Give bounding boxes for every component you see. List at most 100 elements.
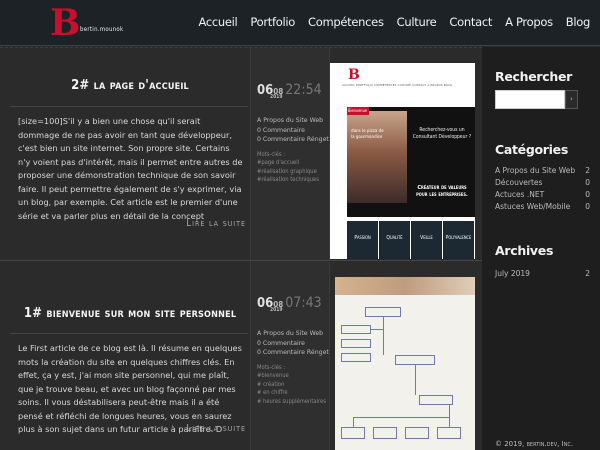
diagram-box xyxy=(395,355,435,365)
mini-tab: Veille xyxy=(411,221,443,259)
nav-accueil[interactable]: Accueil xyxy=(198,15,237,29)
category-count: 2 xyxy=(585,166,590,175)
handwritten-diagram-photo xyxy=(335,277,475,450)
search-button[interactable]: › xyxy=(565,90,578,109)
post-main: 2# la page d'accueil [size=100]S'il y a … xyxy=(0,48,250,260)
tag-link[interactable]: #réalisation techniques xyxy=(257,176,329,185)
read-more-link[interactable]: Lire la suite xyxy=(186,423,246,434)
tag-link[interactable]: #réalisation graphique xyxy=(257,168,329,177)
post-meta-links: A Propos du Site Web 0 Commentaire 0 Com… xyxy=(257,116,329,145)
post-thumbnail[interactable] xyxy=(330,277,482,450)
tag-link[interactable]: # création xyxy=(257,381,329,390)
diagram-box xyxy=(437,427,461,439)
tags-label: Mots-clés : xyxy=(257,364,285,371)
post-excerpt: [size=100]S'il y a bien une chose qu'il … xyxy=(10,106,248,223)
category-name: Astuces Web/Mobile xyxy=(495,202,571,211)
tag-link[interactable]: #page d'accueil xyxy=(257,159,329,168)
diagram-box xyxy=(341,325,371,334)
archive-item[interactable]: July 2019 2 xyxy=(495,268,590,280)
post-comments-link[interactable]: 0 Commentaire xyxy=(257,339,329,349)
archives-heading: Archives xyxy=(495,243,554,258)
diagram-line xyxy=(353,417,449,418)
diagram-line xyxy=(415,365,416,395)
post-main: 1# bienvenue sur mon site personnel Le F… xyxy=(0,261,250,450)
mini-nav: ACCUEIL PORTFOLIO COMPÉTENCES CULTURE CO… xyxy=(342,83,453,87)
tag-link[interactable]: # heures supplémentaires xyxy=(257,398,329,407)
search-heading: Rechercher xyxy=(495,69,573,84)
post-year: 2019 xyxy=(270,307,283,313)
mini-header: B ACCUEIL PORTFOLIO COMPÉTENCES CULTURE … xyxy=(330,63,475,103)
nav-competences[interactable]: Compétences xyxy=(308,15,384,29)
logo-text: bertin.mounok xyxy=(80,26,124,33)
category-item[interactable]: A Propos du Site Web 2 xyxy=(495,165,590,177)
mini-tabs: Passion Qualité Veille Polyvalence xyxy=(347,221,475,259)
diagram-box xyxy=(419,395,453,405)
post-comments-link[interactable]: 0 Commentaire Rénget xyxy=(257,135,329,145)
search-form: › xyxy=(495,90,590,109)
category-name: A Propos du Site Web xyxy=(495,166,576,175)
tag-link[interactable]: #bienvenue xyxy=(257,372,329,381)
diagram-box xyxy=(341,339,371,348)
post-category-link[interactable]: A Propos du Site Web xyxy=(257,329,329,339)
diagram-box xyxy=(365,307,401,317)
mini-tab: Qualité xyxy=(379,221,411,259)
nav-portfolio[interactable]: Portfolio xyxy=(250,15,295,29)
category-item[interactable]: Découvertes 0 xyxy=(495,177,590,189)
post-comments-link[interactable]: 0 Commentaire Rénget xyxy=(257,348,329,358)
sidebar: Rechercher › Catégories A Propos du Site… xyxy=(482,47,600,450)
diagram-line xyxy=(353,417,354,427)
main-nav: Accueil Portfolio Compétences Culture Co… xyxy=(198,15,590,29)
post-date: 06 2019 08 07:43 xyxy=(257,295,329,313)
site-logo[interactable]: B bertin.mounok xyxy=(50,2,124,44)
mini-badge: Bienvenue xyxy=(347,107,369,115)
archive-count: 2 xyxy=(585,269,590,278)
mini-hero-photo xyxy=(347,111,407,203)
categories-list: A Propos du Site Web 2 Découvertes 0 Actuc… xyxy=(495,165,590,213)
mini-tab: Passion xyxy=(347,221,379,259)
category-count: 0 xyxy=(585,190,590,199)
archive-name: July 2019 xyxy=(495,269,530,278)
nav-a-propos[interactable]: A Propos xyxy=(505,15,553,29)
nav-culture[interactable]: Culture xyxy=(397,15,437,29)
post-year: 2019 xyxy=(270,94,283,100)
nav-contact[interactable]: Contact xyxy=(449,15,492,29)
category-count: 0 xyxy=(585,202,590,211)
diagram-line xyxy=(371,329,383,330)
site-header: B bertin.mounok Accueil Portfolio Compét… xyxy=(0,0,600,46)
copyright: © 2019, bertin.dev, Inc. xyxy=(495,440,574,448)
tags-label: Mots-clés : xyxy=(257,151,285,158)
post-comments-link[interactable]: 0 Commentaire xyxy=(257,126,329,136)
post-excerpt: Le First article de ce blog est là. Il r… xyxy=(10,333,248,437)
blog-post: 2# la page d'accueil [size=100]S'il y a … xyxy=(0,47,482,260)
category-name: Actuces .NET xyxy=(495,190,545,199)
post-time: 22:54 xyxy=(285,82,322,98)
tag-link[interactable]: # en chiffre xyxy=(257,389,329,398)
categories-heading: Catégories xyxy=(495,142,568,157)
category-name: Découvertes xyxy=(495,178,543,187)
logo-letter: B xyxy=(50,2,81,44)
website-screenshot: B ACCUEIL PORTFOLIO COMPÉTENCES CULTURE … xyxy=(330,63,475,259)
mini-tab: Polyvalence xyxy=(443,221,475,259)
mini-hero: Bienvenue dans le pizza de la gourmandis… xyxy=(347,107,475,217)
nav-blog[interactable]: Blog xyxy=(566,15,591,29)
diagram-box xyxy=(405,427,429,439)
post-thumbnail[interactable]: B ACCUEIL PORTFOLIO COMPÉTENCES CULTURE … xyxy=(330,63,482,261)
search-input[interactable] xyxy=(495,90,565,109)
photo-edge xyxy=(335,277,475,295)
post-title[interactable]: 1# bienvenue sur mon site personnel xyxy=(10,306,250,321)
mini-headline: Créateur de valeurs pour les entreprises… xyxy=(416,185,468,198)
diagram-box xyxy=(341,427,365,439)
post-date: 06 2019 08 22:54 xyxy=(257,82,329,100)
mini-tagline: Recherchez-vous un Consultant Développeu… xyxy=(412,127,472,140)
category-item[interactable]: Actuces .NET 0 xyxy=(495,189,590,201)
diagram-box xyxy=(341,353,371,362)
post-tags: Mots-clés : #page d'accueil #réalisation… xyxy=(257,151,329,185)
category-item[interactable]: Astuces Web/Mobile 0 xyxy=(495,201,590,213)
post-time: 07:43 xyxy=(285,295,322,311)
post-meta-links: A Propos du Site Web 0 Commentaire 0 Com… xyxy=(257,329,329,358)
post-title[interactable]: 2# la page d'accueil xyxy=(10,78,250,93)
archives-list: July 2019 2 xyxy=(495,268,590,280)
post-tags: Mots-clés : #bienvenue # création # en c… xyxy=(257,364,329,407)
read-more-link[interactable]: Lire la suite xyxy=(186,218,246,229)
post-category-link[interactable]: A Propos du Site Web xyxy=(257,116,329,126)
